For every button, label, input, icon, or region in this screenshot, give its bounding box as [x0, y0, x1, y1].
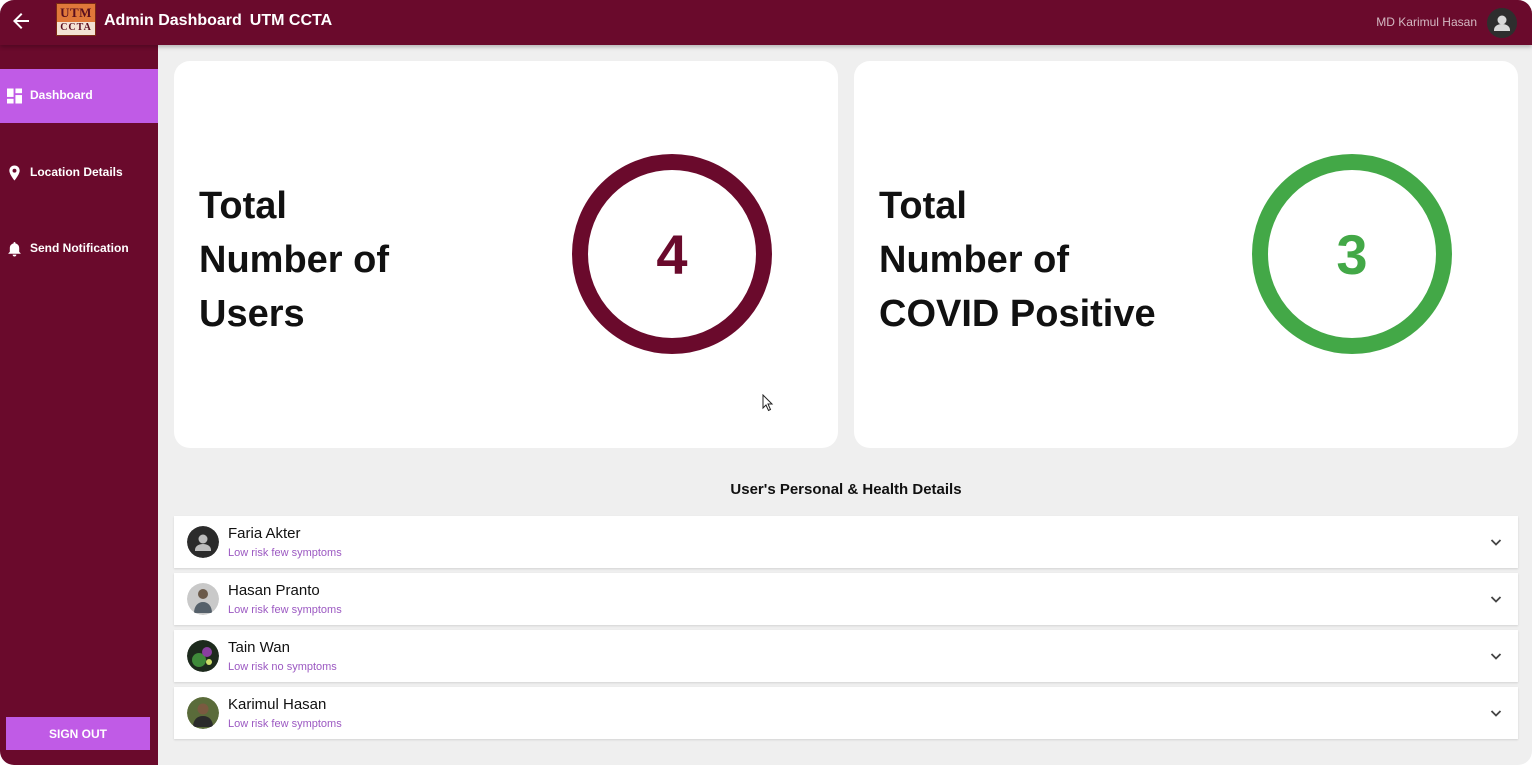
app-title: Admin Dashboard UTM CCTA: [104, 12, 332, 30]
user-row[interactable]: Hasan Pranto Low risk few symptoms: [174, 573, 1518, 625]
mouse-cursor-icon: [762, 394, 774, 412]
bell-icon: [8, 241, 21, 257]
user-row[interactable]: Karimul Hasan Low risk few symptoms: [174, 687, 1518, 739]
app-bar: UTM CCTA Admin Dashboard UTM CCTA MD Kari…: [0, 0, 1532, 45]
user-name: Hasan Pranto: [228, 582, 320, 599]
user-photo-icon: [187, 583, 219, 615]
utm-logo: UTM CCTA: [56, 3, 96, 36]
total-users-ring: 4: [572, 154, 772, 354]
sidebar-item-label: Send Notification: [30, 241, 129, 255]
chevron-down-icon[interactable]: [1488, 534, 1504, 550]
avatar: [187, 640, 219, 672]
sidebar-item-location-details[interactable]: Location Details: [0, 146, 158, 200]
card-title-line: Total: [879, 185, 967, 227]
user-photo-icon: [187, 697, 219, 729]
sidebar-item-label: Location Details: [30, 165, 123, 179]
person-icon: [1487, 8, 1517, 38]
person-icon: [187, 526, 219, 558]
total-users-title: Total Number of Users: [199, 179, 519, 341]
user-risk-status: Low risk no symptoms: [228, 661, 337, 673]
total-users-card: Total Number of Users 4: [174, 61, 838, 448]
card-title-line: Number of: [879, 239, 1069, 281]
user-name: Karimul Hasan: [228, 696, 327, 713]
user-photo-icon: [187, 640, 219, 672]
user-risk-status: Low risk few symptoms: [228, 604, 342, 616]
back-arrow-icon[interactable]: [9, 9, 33, 33]
logo-text-top: UTM: [60, 5, 92, 20]
card-title-line: Number of: [199, 239, 389, 281]
user-row[interactable]: Tain Wan Low risk no symptoms: [174, 630, 1518, 682]
user-avatar[interactable]: [1487, 8, 1517, 38]
card-title-line: COVID Positive: [879, 293, 1156, 335]
card-title-line: Users: [199, 293, 305, 335]
app-window: UTM CCTA Admin Dashboard UTM CCTA MD Kari…: [0, 0, 1532, 765]
sidebar-item-label: Dashboard: [30, 88, 93, 102]
location-pin-icon: [9, 165, 20, 181]
dashboard-icon: [7, 88, 22, 104]
user-risk-status: Low risk few symptoms: [228, 718, 342, 730]
page-title: Admin Dashboard: [104, 12, 242, 29]
current-user-name: MD Karimul Hasan: [1376, 15, 1477, 29]
total-covid-ring: 3: [1252, 154, 1452, 354]
chevron-down-icon[interactable]: [1488, 705, 1504, 721]
total-covid-positive-card: Total Number of COVID Positive 3: [854, 61, 1518, 448]
total-covid-title: Total Number of COVID Positive: [879, 179, 1219, 341]
total-users-count: 4: [656, 222, 688, 286]
app-subtitle: UTM CCTA: [249, 12, 333, 29]
user-name: Tain Wan: [228, 639, 290, 656]
avatar: [187, 526, 219, 558]
sidebar-item-dashboard[interactable]: Dashboard: [0, 69, 158, 123]
avatar: [187, 583, 219, 615]
sidebar-item-send-notification[interactable]: Send Notification: [0, 222, 158, 276]
card-title-line: Total: [199, 185, 287, 227]
sign-out-button[interactable]: SIGN OUT: [6, 717, 150, 750]
avatar: [187, 697, 219, 729]
logo-text-bottom: CCTA: [57, 22, 95, 35]
chevron-down-icon[interactable]: [1488, 648, 1504, 664]
sidebar: Dashboard Location Details Send Notifica…: [0, 45, 158, 765]
chevron-down-icon[interactable]: [1488, 591, 1504, 607]
total-covid-count: 3: [1336, 222, 1368, 286]
user-row[interactable]: Faria Akter Low risk few symptoms: [174, 516, 1518, 568]
user-risk-status: Low risk few symptoms: [228, 547, 342, 559]
details-section-title: User's Personal & Health Details: [730, 481, 962, 498]
user-name: Faria Akter: [228, 525, 301, 542]
